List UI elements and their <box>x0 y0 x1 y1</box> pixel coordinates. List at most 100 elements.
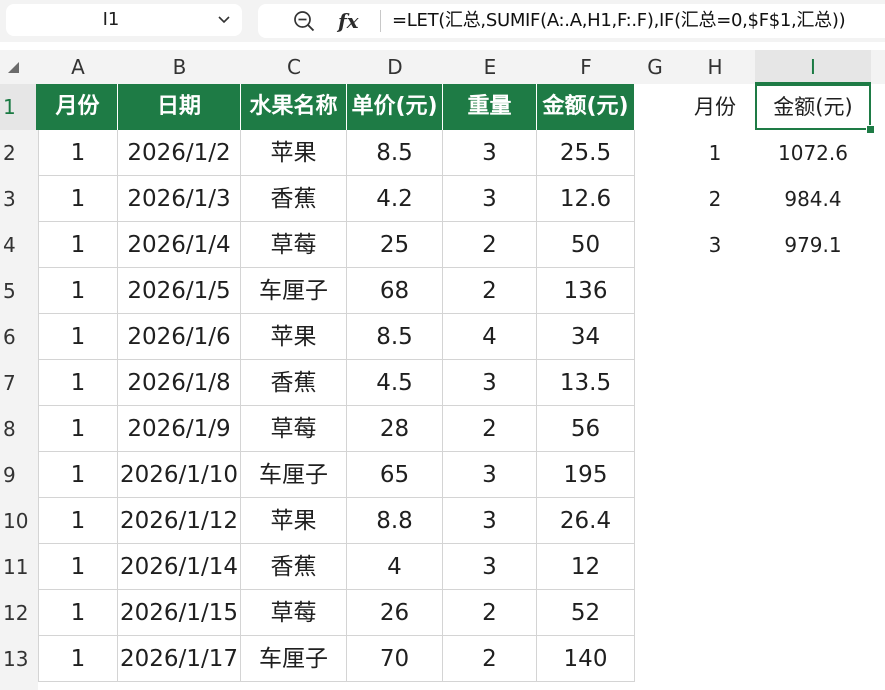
table-cell[interactable]: 2 <box>443 406 537 452</box>
row-header-1[interactable]: 1 <box>0 84 38 130</box>
table-cell[interactable]: 2 <box>443 222 537 268</box>
table-cell[interactable]: 苹果 <box>241 130 347 176</box>
table-cell[interactable]: 苹果 <box>241 314 347 360</box>
table-cell[interactable]: 草莓 <box>241 222 347 268</box>
table-cell[interactable]: 2026/1/3 <box>118 176 241 222</box>
formula-input-area[interactable]: fx =LET(汇总,SUMIF(A:.A,H1,F:.F),IF(汇总=0,$… <box>258 4 885 38</box>
table-cell[interactable]: 56 <box>537 406 635 452</box>
table-cell[interactable]: 4.5 <box>347 360 443 406</box>
table-cell[interactable]: 195 <box>537 452 635 498</box>
name-box-value[interactable]: I1 <box>6 4 216 36</box>
table-cell[interactable]: 1 <box>38 636 118 682</box>
table-cell[interactable]: 136 <box>537 268 635 314</box>
table-cell[interactable]: 52 <box>537 590 635 636</box>
zoom-out-icon[interactable] <box>292 9 316 33</box>
fill-handle[interactable] <box>866 125 875 134</box>
table-cell[interactable]: 1 <box>38 130 118 176</box>
row-header-6[interactable]: 6 <box>0 314 38 360</box>
summary-cell[interactable]: 984.4 <box>755 176 871 222</box>
row-header-13[interactable]: 13 <box>0 636 38 682</box>
row-header-5[interactable]: 5 <box>0 268 38 314</box>
table-cell[interactable]: 2026/1/4 <box>118 222 241 268</box>
table-cell[interactable]: 12.6 <box>537 176 635 222</box>
table-cell[interactable]: 2 <box>443 590 537 636</box>
table-cell[interactable]: 2026/1/12 <box>118 498 241 544</box>
table-cell[interactable]: 1 <box>38 544 118 590</box>
table-cell[interactable]: 4 <box>443 314 537 360</box>
column-header-d[interactable]: D <box>347 50 443 84</box>
column-header-g[interactable]: G <box>635 50 675 84</box>
table-cell[interactable]: 1 <box>38 406 118 452</box>
table-cell[interactable]: 140 <box>537 636 635 682</box>
row-header-9[interactable]: 9 <box>0 452 38 498</box>
table-cell[interactable]: 26.4 <box>537 498 635 544</box>
table-cell[interactable]: 65 <box>347 452 443 498</box>
table-cell[interactable]: 2026/1/17 <box>118 636 241 682</box>
table-cell[interactable]: 3 <box>443 130 537 176</box>
row-header-11[interactable]: 11 <box>0 544 38 590</box>
table-cell[interactable]: 4.2 <box>347 176 443 222</box>
row-header-3[interactable]: 3 <box>0 176 38 222</box>
table-cell[interactable]: 车厘子 <box>241 636 347 682</box>
table-cell[interactable]: 1 <box>38 222 118 268</box>
row-header-4[interactable]: 4 <box>0 222 38 268</box>
fx-icon[interactable]: fx <box>338 7 366 35</box>
table-header-cell[interactable]: 月份 <box>38 84 118 130</box>
table-cell[interactable]: 2026/1/6 <box>118 314 241 360</box>
table-cell[interactable]: 26 <box>347 590 443 636</box>
table-cell[interactable]: 8.5 <box>347 130 443 176</box>
column-header-a[interactable]: A <box>38 50 118 84</box>
row-header-12[interactable]: 12 <box>0 590 38 636</box>
table-cell[interactable]: 香蕉 <box>241 360 347 406</box>
column-header-b[interactable]: B <box>118 50 241 84</box>
table-cell[interactable]: 8.5 <box>347 314 443 360</box>
table-cell[interactable]: 28 <box>347 406 443 452</box>
summary-cell[interactable]: 1072.6 <box>755 130 871 176</box>
table-cell[interactable]: 2026/1/2 <box>118 130 241 176</box>
row-header-7[interactable]: 7 <box>0 360 38 406</box>
summary-cell[interactable]: 979.1 <box>755 222 871 268</box>
table-cell[interactable]: 2026/1/14 <box>118 544 241 590</box>
table-header-cell[interactable]: 重量 <box>443 84 537 130</box>
table-cell[interactable]: 2 <box>443 636 537 682</box>
table-cell[interactable]: 1 <box>38 176 118 222</box>
table-cell[interactable]: 8.8 <box>347 498 443 544</box>
table-cell[interactable]: 1 <box>38 590 118 636</box>
table-cell[interactable]: 3 <box>443 176 537 222</box>
column-header-i[interactable]: I <box>755 50 871 84</box>
table-cell[interactable]: 3 <box>443 498 537 544</box>
column-header-h[interactable]: H <box>675 50 755 84</box>
table-cell[interactable]: 2 <box>443 268 537 314</box>
summary-header-cell[interactable]: 月份 <box>675 84 755 130</box>
table-cell[interactable]: 1 <box>38 498 118 544</box>
table-cell[interactable]: 2026/1/9 <box>118 406 241 452</box>
table-cell[interactable]: 车厘子 <box>241 452 347 498</box>
table-cell[interactable]: 苹果 <box>241 498 347 544</box>
table-cell[interactable]: 2026/1/15 <box>118 590 241 636</box>
column-header-c[interactable]: C <box>241 50 347 84</box>
table-cell[interactable]: 2026/1/5 <box>118 268 241 314</box>
table-header-cell[interactable]: 单价(元) <box>347 84 443 130</box>
table-cell[interactable]: 12 <box>537 544 635 590</box>
table-cell[interactable]: 13.5 <box>537 360 635 406</box>
table-cell[interactable]: 香蕉 <box>241 544 347 590</box>
row-header-10[interactable]: 10 <box>0 498 38 544</box>
column-header-e[interactable]: E <box>443 50 537 84</box>
table-header-cell[interactable]: 日期 <box>118 84 241 130</box>
select-all-triangle-icon[interactable] <box>8 62 19 73</box>
table-cell[interactable]: 68 <box>347 268 443 314</box>
table-header-cell[interactable]: 金额(元) <box>537 84 635 130</box>
table-cell[interactable]: 70 <box>347 636 443 682</box>
summary-cell[interactable]: 1 <box>675 130 755 176</box>
table-cell[interactable]: 1 <box>38 268 118 314</box>
table-cell[interactable]: 25.5 <box>537 130 635 176</box>
select-all-corner[interactable] <box>0 50 38 84</box>
table-cell[interactable]: 3 <box>443 360 537 406</box>
table-cell[interactable]: 香蕉 <box>241 176 347 222</box>
table-header-cell[interactable]: 水果名称 <box>241 84 347 130</box>
formula-text[interactable]: =LET(汇总,SUMIF(A:.A,H1,F:.F),IF(汇总=0,$F$1… <box>392 4 846 38</box>
row-header-2[interactable]: 2 <box>0 130 38 176</box>
table-cell[interactable]: 3 <box>443 452 537 498</box>
summary-cell[interactable]: 2 <box>675 176 755 222</box>
table-cell[interactable]: 3 <box>443 544 537 590</box>
